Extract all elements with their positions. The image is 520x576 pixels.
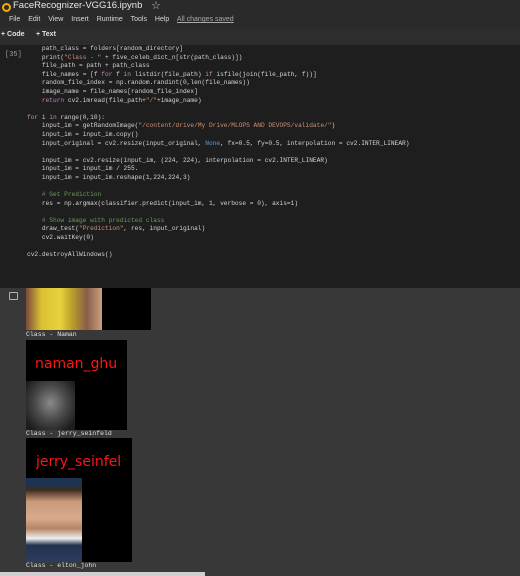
menu-bar: File Edit View Insert Runtime Tools Help… — [9, 16, 240, 23]
menu-insert[interactable]: Insert — [71, 16, 89, 23]
add-code-button[interactable]: + Code — [1, 31, 25, 38]
horizontal-scrollbar[interactable] — [0, 572, 205, 576]
output-image-1 — [26, 288, 151, 330]
face-photo-3 — [26, 478, 82, 562]
code-editor[interactable]: path_class = folders[random_directory] p… — [27, 45, 517, 260]
code-line: for i in range(0,10): — [27, 113, 105, 121]
class-caption-3: Class - elton_john — [26, 562, 97, 569]
code-line: random_file_index = np.random.randint(0,… — [27, 79, 250, 87]
code-line: ​ — [27, 183, 517, 192]
code-line: ​ — [27, 105, 517, 114]
code-line: ​ — [27, 208, 517, 217]
execution-count: [35] — [5, 51, 22, 59]
toolbar: + Code + Text — [0, 28, 520, 46]
prediction-text-2: jerry_seinfel — [36, 454, 122, 470]
output-image-3: jerry_seinfel — [26, 438, 132, 562]
colab-logo-icon[interactable] — [2, 2, 11, 12]
code-line: path_class = folders[random_directory] — [27, 45, 183, 52]
code-cell[interactable]: [35] path_class = folders[random_directo… — [0, 45, 520, 288]
menu-edit[interactable]: Edit — [28, 16, 40, 23]
code-line: input_im = input_im / 255. — [27, 165, 139, 173]
code-line: res = np.argmax(classifier.predict(input… — [27, 199, 299, 207]
menu-help[interactable]: Help — [155, 16, 169, 23]
code-line: draw_test("Prediction", res, input_origi… — [27, 225, 206, 233]
code-line: # Show image with predicted class — [27, 216, 165, 224]
menu-runtime[interactable]: Runtime — [97, 16, 123, 23]
code-line: input_original = cv2.resize(input_origin… — [27, 139, 410, 147]
code-line: cv2.waitKey(0) — [27, 234, 94, 242]
code-line: input_im = getRandomImage("/content/driv… — [27, 122, 336, 130]
class-caption-1: Class - Naman — [26, 331, 77, 338]
class-caption-2: Class - jerry_seinfeld — [26, 430, 112, 437]
code-line: image_name = file_names[random_file_inde… — [27, 87, 198, 95]
notebook-title[interactable]: FaceRecognizer-VGG16.ipynb — [13, 0, 142, 11]
code-line: print("Class - " + five_celeb_dict_n[str… — [27, 53, 243, 61]
code-line: input_im = input_im.copy() — [27, 130, 139, 138]
code-line: cv2.destroyAllWindows() — [27, 251, 113, 259]
menu-tools[interactable]: Tools — [131, 16, 147, 23]
menu-file[interactable]: File — [9, 16, 20, 23]
output-icon[interactable] — [9, 292, 18, 300]
code-line: # Get Prediction — [27, 191, 102, 199]
save-status[interactable]: All changes saved — [177, 16, 234, 23]
cell-output: Class - Naman naman_ghu Class - jerry_se… — [0, 288, 520, 576]
colab-header: FaceRecognizer-VGG16.ipynb ☆ File Edit V… — [0, 0, 520, 28]
code-line: file_names = [f for f in listdir(file_pa… — [27, 70, 317, 78]
add-text-button[interactable]: + Text — [36, 31, 56, 38]
code-line: return cv2.imread(file_path+"/"+image_na… — [41, 96, 202, 104]
prediction-text-1: naman_ghu — [35, 356, 118, 372]
code-line: ​ — [27, 243, 517, 252]
code-line: input_im = input_im.reshape(1,224,224,3) — [27, 173, 191, 181]
output-image-2: naman_ghu — [26, 340, 127, 430]
face-photo-1 — [26, 288, 102, 330]
code-line: file_path = path + path_class — [27, 62, 150, 70]
star-icon[interactable]: ☆ — [151, 0, 161, 12]
face-photo-2 — [26, 381, 75, 430]
code-line: input_im = cv2.resize(input_im, (224, 22… — [27, 156, 328, 164]
code-line: ​ — [27, 148, 517, 157]
menu-view[interactable]: View — [48, 16, 63, 23]
